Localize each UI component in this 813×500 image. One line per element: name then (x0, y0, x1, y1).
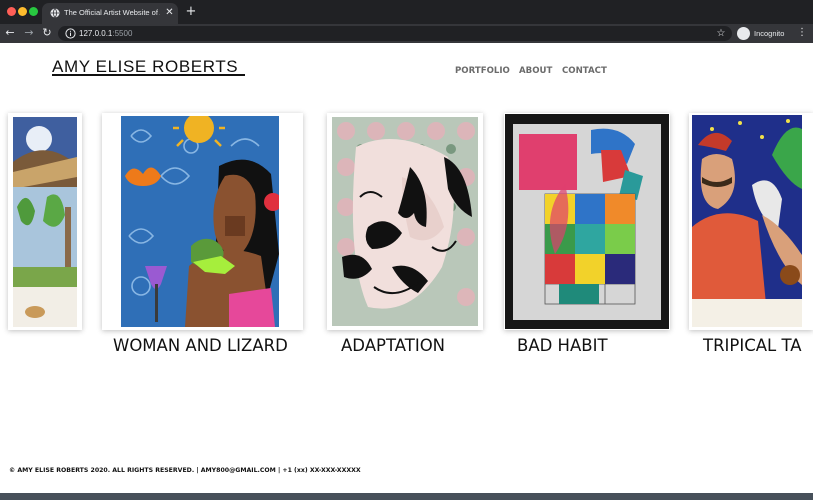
artwork-title[interactable]: TRIPICAL TA (703, 336, 802, 355)
url-port: :5500 (112, 29, 133, 38)
browser-titlebar: The Official Artist Website of Amy Elise… (0, 0, 813, 24)
browser-tab[interactable]: The Official Artist Website of Amy Elise… (42, 3, 178, 24)
artwork-image (692, 115, 802, 327)
artwork-title[interactable]: ADAPTATION (341, 336, 445, 355)
tab-title: The Official Artist Website of Amy Elise… (64, 8, 160, 17)
close-tab-icon[interactable]: ✕ (164, 6, 175, 20)
gallery-card[interactable] (689, 113, 813, 330)
incognito-icon (737, 27, 750, 40)
reload-icon[interactable]: ↻ (39, 25, 55, 41)
back-arrow-icon[interactable]: ← (2, 25, 18, 41)
site-info-icon[interactable] (65, 28, 76, 39)
incognito-badge[interactable]: Incognito (736, 26, 791, 41)
address-bar[interactable]: 127.0.0.1:5500 ☆ (58, 26, 732, 41)
globe-icon (50, 8, 60, 18)
web-page: AMY ELISE ROBERTS PORTFOLIO ABOUT CONTAC… (0, 43, 813, 500)
artwork-image (13, 117, 77, 327)
nav-about-link[interactable]: ABOUT (519, 66, 552, 76)
incognito-label: Incognito (754, 29, 785, 38)
nav-contact-link[interactable]: CONTACT (562, 66, 607, 76)
artwork-title[interactable]: WOMAN AND LIZARD (113, 336, 288, 355)
artwork-image (332, 117, 478, 326)
browser-toolbar: ← → ↻ 127.0.0.1:5500 ☆ Incognito ⋮ (0, 24, 813, 43)
gallery-card[interactable] (102, 113, 303, 330)
url-text: 127.0.0.1:5500 (79, 28, 132, 39)
artwork-title[interactable]: BAD HABIT (517, 336, 608, 355)
maximize-window-button[interactable] (29, 7, 38, 16)
close-window-button[interactable] (7, 7, 16, 16)
logo-underline (52, 74, 245, 76)
url-host: 127.0.0.1 (79, 29, 113, 38)
gallery-card[interactable] (327, 113, 483, 330)
forward-arrow-icon[interactable]: → (21, 25, 37, 41)
artwork-image (505, 114, 669, 329)
footer-band (0, 493, 813, 500)
artwork-image (121, 116, 279, 327)
gallery-card-partial-left[interactable] (8, 113, 82, 330)
minimize-window-button[interactable] (18, 7, 27, 16)
nav-portfolio-link[interactable]: PORTFOLIO (455, 66, 510, 76)
bookmark-star-icon[interactable]: ☆ (714, 26, 728, 41)
more-menu-icon[interactable]: ⋮ (797, 25, 807, 41)
new-tab-icon[interactable]: + (184, 4, 198, 20)
gallery-card[interactable] (504, 113, 670, 330)
footer-copyright: © AMY ELISE ROBERTS 2020. ALL RIGHTS RES… (9, 467, 361, 474)
